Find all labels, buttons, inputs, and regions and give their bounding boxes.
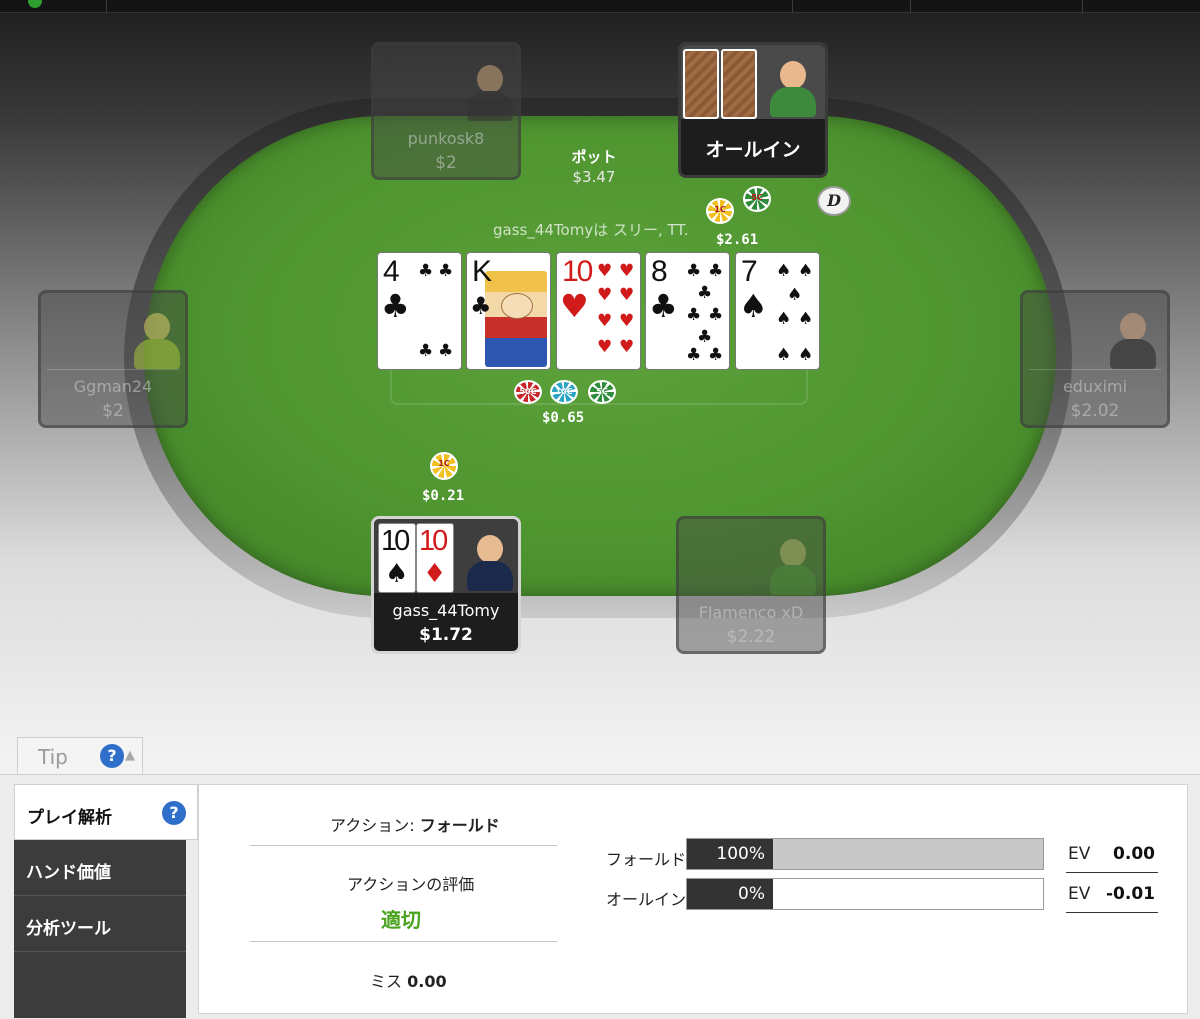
allin-row-label: オールイン bbox=[606, 890, 687, 909]
toolbar-segment[interactable] bbox=[910, 0, 1083, 12]
rating-value: 適切 bbox=[381, 908, 421, 932]
hero-bet-amount: $0.21 bbox=[422, 488, 465, 504]
miss-line: ミス 0.00 bbox=[370, 968, 447, 992]
seat-allin[interactable]: オールイン bbox=[678, 42, 828, 178]
player-stack: $2 bbox=[102, 401, 124, 421]
toolbar-segment[interactable] bbox=[792, 0, 911, 12]
hole-card: 10 ♠ bbox=[378, 523, 416, 593]
help-icon[interactable]: ? bbox=[100, 744, 124, 768]
player-avatar-icon bbox=[765, 531, 821, 595]
miss-prefix: ミス bbox=[370, 972, 403, 991]
miss-value: 0.00 bbox=[407, 972, 447, 991]
tip-tab[interactable]: Tip ? ▲ bbox=[17, 737, 143, 775]
fold-frequency-value: 100% bbox=[687, 839, 773, 869]
pot-label: ポット bbox=[571, 148, 617, 166]
allin-frequency-bar: 0% bbox=[686, 878, 1044, 910]
chip-icon: 5C bbox=[588, 380, 616, 404]
board-card: 8 ♣ ♣ ♣ ♣ ♣ ♣ ♣ ♣ ♣ bbox=[645, 252, 730, 370]
chip-icon: 50C bbox=[514, 380, 542, 404]
player-name: eduximi bbox=[1062, 377, 1128, 396]
board-card: K ♣ bbox=[466, 252, 551, 370]
fold-row-label: フォールド bbox=[606, 850, 687, 869]
player-avatar-icon bbox=[1105, 305, 1161, 369]
help-icon[interactable]: ? bbox=[162, 801, 186, 825]
player-name: Flamenco xD bbox=[698, 603, 804, 622]
player-stack: $1.72 bbox=[419, 625, 473, 645]
chip-icon: 5C bbox=[743, 186, 771, 212]
seat-hero[interactable]: 10 ♠ 10 ♦ gass_44Tomy $1.72 bbox=[371, 516, 521, 654]
player-avatar-icon bbox=[462, 57, 518, 121]
player-stack: $2.02 bbox=[1070, 401, 1120, 421]
fold-frequency-bar: 100% bbox=[686, 838, 1044, 870]
allin-ev-value: -0.01 bbox=[1106, 884, 1155, 904]
player-avatar-icon bbox=[462, 527, 518, 591]
center-pot-amount: $0.65 bbox=[542, 410, 585, 426]
allin-status: オールイン bbox=[705, 139, 801, 161]
toolbar-segment[interactable] bbox=[106, 0, 793, 12]
chip-icon: 1C bbox=[706, 198, 734, 224]
ev-label: EV bbox=[1068, 844, 1091, 864]
player-stack: $2 bbox=[435, 153, 457, 173]
sidebar-item-hand-value[interactable]: ハンド価値 bbox=[14, 840, 186, 896]
player-name: punkosk8 bbox=[407, 129, 485, 148]
rating-label: アクションの評価 bbox=[347, 875, 475, 894]
action-line: アクション: フォールド bbox=[330, 812, 500, 836]
allin-bet-amount: $2.61 bbox=[716, 232, 759, 248]
sidebar-item-label: ハンド価値 bbox=[26, 863, 111, 883]
player-name: Ggman24 bbox=[73, 377, 153, 396]
card-back-icon bbox=[721, 49, 757, 119]
player-stack: $2.22 bbox=[726, 627, 776, 647]
toolbar-segment[interactable] bbox=[0, 0, 107, 12]
chip-icon: 10C bbox=[550, 380, 578, 404]
action-prefix: アクション: bbox=[330, 816, 415, 835]
fold-frequency-fill bbox=[773, 839, 1043, 869]
seat-eduximi[interactable]: eduximi $2.02 bbox=[1020, 290, 1170, 428]
action-note: gass_44Tomyは スリー, TT. bbox=[493, 221, 689, 239]
sidebar-item-label: プレイ解析 bbox=[27, 808, 112, 828]
sidebar-item-play-analysis[interactable]: プレイ解析 ? bbox=[14, 784, 198, 840]
action-value: フォールド bbox=[419, 816, 500, 835]
pot-amount: $3.47 bbox=[572, 168, 616, 186]
fold-ev-value: 0.00 bbox=[1113, 844, 1155, 864]
player-avatar-icon bbox=[129, 305, 185, 369]
seat-ggman24[interactable]: Ggman24 $2 bbox=[38, 290, 188, 428]
dealer-button-icon: D bbox=[817, 186, 851, 216]
board-card: 4 ♣ ♣ ♣ ♣ ♣ bbox=[377, 252, 462, 370]
sidebar-item-analysis-tools[interactable]: 分析ツール bbox=[14, 896, 186, 952]
player-name: gass_44Tomy bbox=[392, 601, 500, 620]
tip-label: Tip bbox=[38, 745, 68, 769]
collapse-caret-icon[interactable]: ▲ bbox=[125, 748, 135, 763]
top-toolbar bbox=[0, 0, 1200, 13]
player-avatar-icon bbox=[765, 53, 821, 117]
seat-flamenco-xd[interactable]: Flamenco xD $2.22 bbox=[676, 516, 826, 654]
ev-label: EV bbox=[1068, 884, 1091, 904]
card-back-icon bbox=[683, 49, 719, 119]
board-card: 7 ♠ ♠ ♠ ♠ ♠ ♠ ♠ ♠ bbox=[735, 252, 820, 370]
hole-card: 10 ♦ bbox=[416, 523, 454, 593]
chip-icon: 1C bbox=[430, 452, 458, 480]
sidebar-item-label: 分析ツール bbox=[26, 919, 111, 939]
seat-punkosk8[interactable]: punkosk8 $2 bbox=[371, 42, 521, 180]
allin-frequency-value: 0% bbox=[687, 879, 773, 909]
board-card: 10 ♥ ♥ ♥ ♥ ♥ ♥ ♥ ♥ ♥ bbox=[556, 252, 641, 370]
